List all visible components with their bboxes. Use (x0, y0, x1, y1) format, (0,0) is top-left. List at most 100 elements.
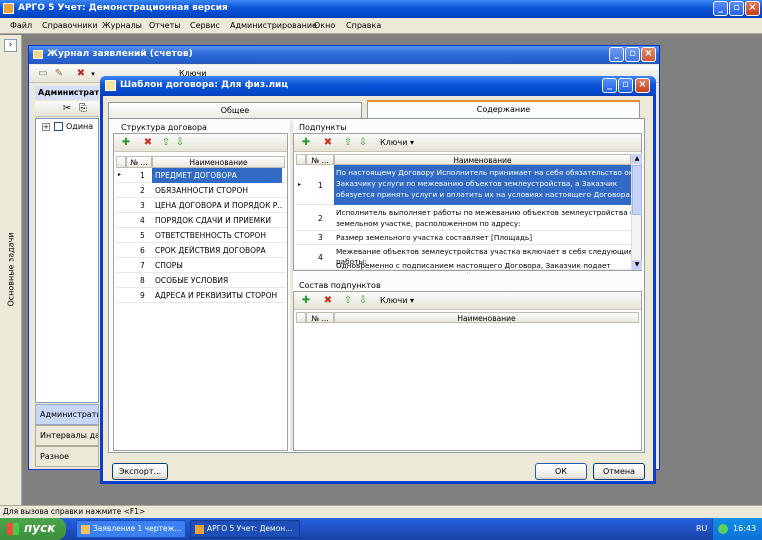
journal-title-bar: Журнал заявлений (счетов) _ ▫ × (29, 46, 659, 64)
start-button[interactable]: пуск (0, 518, 66, 540)
menu-file[interactable]: Файл (10, 21, 32, 30)
menu-references[interactable]: Справочники (42, 21, 98, 30)
tree-expand-icon[interactable]: + (42, 123, 50, 131)
windows-logo-icon (7, 523, 19, 535)
taskbar-item-drawing[interactable]: Заявление 1 чертеж... (76, 520, 186, 538)
structure-col-num[interactable]: № ... (126, 156, 152, 168)
scroll-up-icon[interactable]: ▲ (632, 154, 642, 164)
menu-bar: Файл Справочники Журналы Отчеты Сервис А… (0, 18, 762, 34)
table-row[interactable]: Одновременно с подписанием настоящего До… (296, 261, 631, 271)
journal-delete-icon[interactable]: ✖ (75, 68, 87, 80)
composition-col-name[interactable]: Наименование (334, 312, 639, 323)
close-icon[interactable]: × (745, 1, 760, 16)
copy-icon[interactable]: ⎘ (77, 103, 89, 115)
subpoints-col-name[interactable]: Наименование (334, 154, 631, 165)
structure-add-icon[interactable]: ✚ (120, 137, 132, 149)
table-row[interactable]: 8 ОСОБЫЕ УСЛОВИЯ (116, 273, 286, 288)
menu-window[interactable]: Окно (314, 21, 335, 30)
subpoints-scrollbar[interactable]: ▲ ▼ (631, 154, 642, 270)
menu-journals[interactable]: Журналы (102, 21, 142, 30)
composition-keys-menu[interactable]: Ключи ▾ (380, 296, 414, 305)
table-row[interactable]: 6 СРОК ДЕЙСТВИЯ ДОГОВОРА (116, 243, 286, 258)
composition-add-icon[interactable]: ✚ (300, 295, 312, 307)
journal-maximize-icon[interactable]: ▫ (625, 47, 640, 62)
structure-toolbar: ✚ ✖ ⇧ ⇩ (114, 134, 287, 152)
table-row[interactable]: 3 Размер земельного участка составляет [… (296, 231, 631, 245)
table-row[interactable]: 3 ЦЕНА ДОГОВОРА И ПОРЯДОК Р... (116, 198, 286, 213)
table-row[interactable]: 2 ОБЯЗАННОСТИ СТОРОН (116, 183, 286, 198)
taskbar-argo-icon (195, 525, 204, 534)
composition-move-up-icon[interactable]: ⇧ (342, 295, 354, 307)
journal-close-icon[interactable]: × (641, 47, 656, 62)
subpoints-rows: ▸ 1 По настоящему Договору Исполнитель п… (296, 165, 631, 270)
panel-misc[interactable]: Разное (35, 446, 99, 467)
composition-move-down-icon[interactable]: ⇩ (357, 295, 369, 307)
menu-help[interactable]: Справка (346, 21, 381, 30)
panel-admin[interactable]: Администрати (35, 404, 99, 425)
journal-minimize-icon[interactable]: _ (609, 47, 624, 62)
menu-reports[interactable]: Отчеты (149, 21, 181, 30)
journal-edit-icon[interactable]: ✎ (53, 68, 65, 80)
taskbar-item-argo[interactable]: АРГО 5 Учет: Демон... (190, 520, 300, 538)
tab-general[interactable]: Общее (108, 102, 362, 118)
horizontal-splitter[interactable]: ⋯ (293, 271, 642, 277)
cancel-button[interactable]: Отмена (593, 463, 645, 480)
structure-move-down-icon[interactable]: ⇩ (174, 137, 186, 149)
menu-admin[interactable]: Администрирование (230, 21, 317, 30)
scroll-down-icon[interactable]: ▼ (632, 260, 642, 270)
app-title-bar: АРГО 5 Учет: Демонстрационная версия _ ▫… (0, 0, 762, 18)
menu-service[interactable]: Сервис (190, 21, 220, 30)
dialog-title-bar: Шаблон договора: Для физ.лиц _ ▫ × (100, 76, 656, 96)
taskbar: пуск Заявление 1 чертеж... АРГО 5 Учет: … (0, 518, 762, 540)
ok-button[interactable]: ОК (535, 463, 587, 480)
sidebar-label[interactable]: Основные задачи (7, 227, 16, 313)
subpoints-move-up-icon[interactable]: ⇧ (342, 137, 354, 149)
structure-move-up-icon[interactable]: ⇧ (160, 137, 172, 149)
subpoints-keys-menu[interactable]: Ключи ▾ (380, 138, 414, 147)
journal-tree: + Одина (35, 118, 99, 403)
structure-col-name[interactable]: Наименование (152, 156, 285, 168)
table-row[interactable]: 4 ПОРЯДОК СДАЧИ И ПРИЕМКИ (116, 213, 286, 228)
export-button[interactable]: Экспорт... (112, 463, 168, 480)
structure-col-corner (116, 156, 126, 168)
structure-rows: ▸ 1 ПРЕДМЕТ ДОГОВОРА 2 ОБЯЗАННОСТИ СТОРОН 3… (116, 168, 286, 318)
clock: 16:43 (733, 524, 757, 533)
tree-checkbox[interactable] (54, 122, 63, 131)
composition-delete-icon[interactable]: ✖ (322, 295, 334, 307)
composition-panel: ✚ ✖ ⇧ ⇩ Ключи ▾ № ... Наименование (293, 291, 642, 451)
composition-col-corner (296, 312, 306, 323)
subpoints-add-icon[interactable]: ✚ (300, 137, 312, 149)
subpoints-move-down-icon[interactable]: ⇩ (357, 137, 369, 149)
tab-content[interactable]: Содержание (367, 100, 640, 119)
subpoints-delete-icon[interactable]: ✖ (322, 137, 334, 149)
row-pointer-icon: ▸ (118, 171, 122, 178)
scroll-thumb[interactable] (632, 165, 642, 215)
language-indicator[interactable]: RU (696, 524, 707, 533)
sidebar-expand-button[interactable]: › (4, 39, 17, 52)
panel-date-intervals[interactable]: Интервалы дат (35, 425, 99, 446)
table-row[interactable]: 9 АДРЕСА И РЕКВИЗИТЫ СТОРОН (116, 288, 286, 303)
composition-col-num[interactable]: № ... (306, 312, 334, 323)
subpoints-toolbar: ✚ ✖ ⇧ ⇩ Ключи ▾ (294, 134, 641, 152)
table-row[interactable]: 7 СПОРЫ (116, 258, 286, 273)
table-row[interactable]: ▸ 1 ПРЕДМЕТ ДОГОВОРА (116, 168, 286, 183)
journal-title: Журнал заявлений (счетов) (47, 49, 193, 59)
status-bar: Для вызова справки нажмите <F1> (0, 505, 762, 518)
structure-delete-icon[interactable]: ✖ (142, 137, 154, 149)
minimize-icon[interactable]: _ (713, 1, 728, 16)
dialog-minimize-icon[interactable]: _ (602, 78, 617, 93)
journal-icon (33, 50, 43, 59)
subpoints-col-num[interactable]: № ... (306, 154, 334, 165)
table-row[interactable]: 2 Исполнитель выполняет работы по межева… (296, 205, 631, 231)
dialog-maximize-icon[interactable]: ▫ (618, 78, 633, 93)
dialog-close-icon[interactable]: × (635, 78, 650, 93)
journal-dropdown-icon[interactable]: ▾ (87, 68, 99, 80)
tree-item-label[interactable]: Одина (66, 122, 93, 131)
tray-icon[interactable] (718, 524, 728, 534)
cut-icon[interactable]: ✂ (61, 103, 73, 115)
table-row[interactable]: ▸ 1 По настоящему Договору Исполнитель п… (296, 165, 631, 205)
maximize-icon[interactable]: ▫ (729, 1, 744, 16)
table-row[interactable]: 5 ОТВЕТСТВЕННОСТЬ СТОРОН (116, 228, 286, 243)
row-pointer-icon: ▸ (298, 181, 302, 188)
journal-open-icon[interactable]: ▭ (37, 68, 49, 80)
